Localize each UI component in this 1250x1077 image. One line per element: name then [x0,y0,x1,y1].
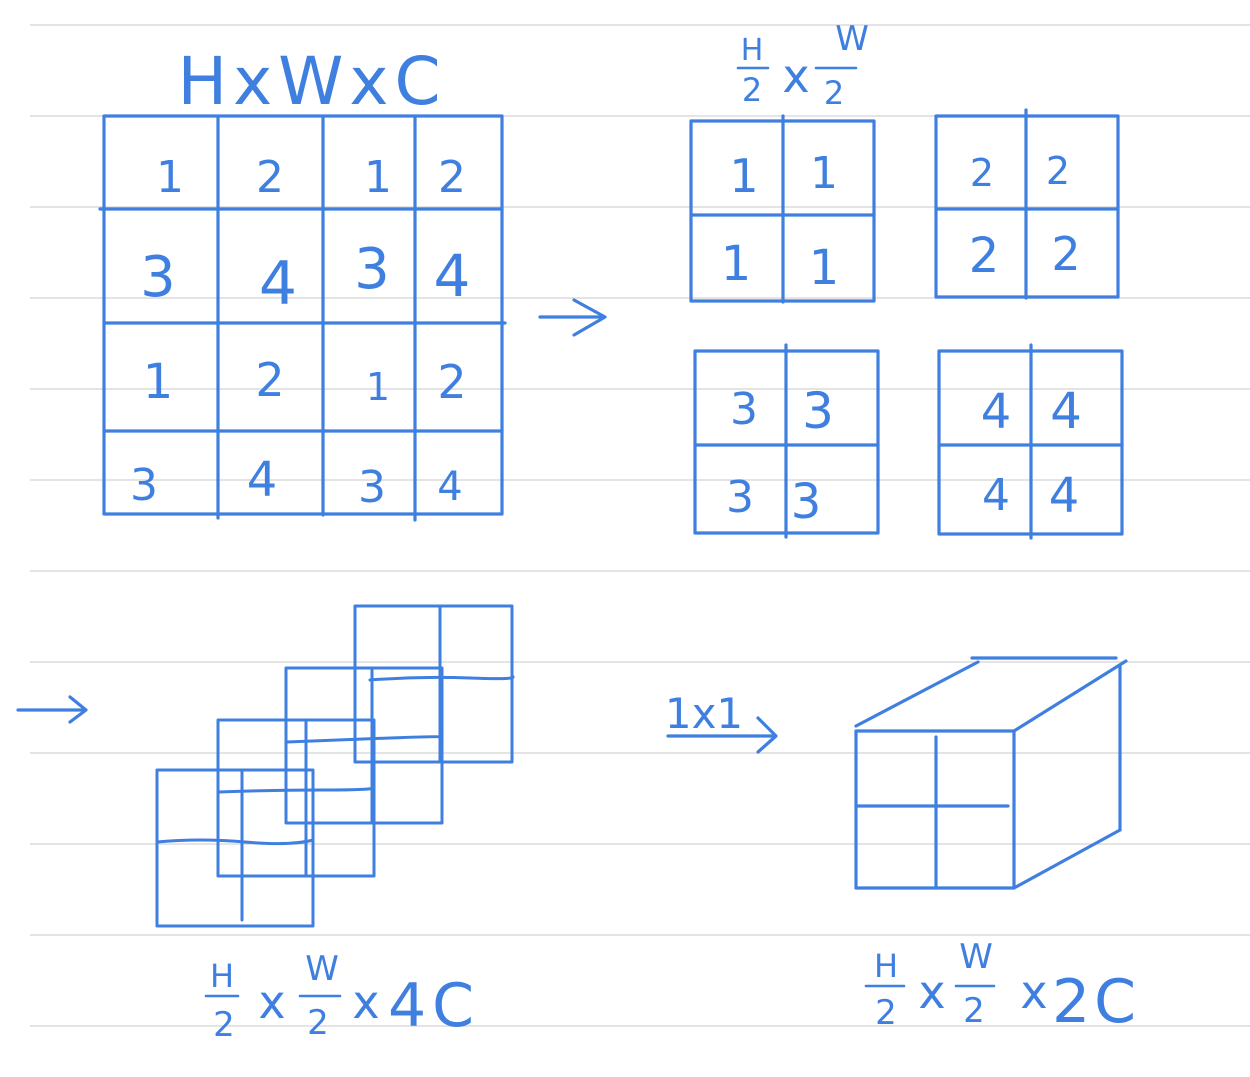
cell-value: 1 [809,240,840,296]
output-label: H 2 x W 2 x 2C [864,937,1140,1037]
diagram-canvas: HxWxC 1 2 1 2 3 4 3 4 1 2 1 2 3 4 3 4 H … [0,0,1250,1073]
cell-value: 2 [1046,149,1070,193]
label-times: x [352,975,379,1029]
cell-value: 4 [982,470,1010,521]
sub-grid-1: 1 1 1 1 [689,114,876,304]
cell-value: 3 [791,474,822,530]
label-den-w: 2 [824,74,844,112]
cell-value: 1 [729,149,758,203]
label-channels: 2C [1052,967,1140,1037]
cell-value: 3 [130,460,158,511]
cell-value: 1 [721,236,752,292]
cell-value: 3 [726,472,754,523]
split-label: H 2 x W 2 [736,19,869,112]
label-num-w: W [305,949,339,989]
cell-value: 1 [364,152,392,203]
label-den-w: 2 [307,1003,329,1043]
label-den-h: 2 [742,71,762,109]
cell-value: 1 [156,152,184,203]
sub-grid-2: 2 2 2 2 [934,108,1120,300]
cell-value: 1 [143,354,174,410]
cell-value: 4 [259,249,297,319]
label-den-h: 2 [213,1005,235,1045]
cell-value: 3 [140,245,176,310]
arrow-right-icon [16,695,88,724]
stacked-label: H 2 x W 2 x 4C [204,949,480,1045]
sub-grid-4: 4 4 4 4 [937,343,1124,540]
cell-value: 3 [730,384,758,435]
conv-label: 1x1 [665,689,743,738]
label-num-w: W [835,19,869,59]
cell-value: 3 [358,462,386,513]
cell-value: 1 [810,148,838,199]
cell-value: 2 [970,151,994,195]
cell-value: 4 [1049,468,1080,524]
input-grid-cells: 1 2 1 2 3 4 3 4 1 2 1 2 3 4 3 4 [130,152,470,513]
split-panel: H 2 x W 2 1 1 1 1 2 2 2 2 3 3 3 3 4 4 4 … [689,19,1124,540]
cell-value: 4 [247,452,278,508]
input-grid: HxWxC 1 2 1 2 3 4 3 4 1 2 1 2 3 4 3 4 [98,43,507,522]
cell-value: 4 [434,242,471,310]
label-num-w: W [959,937,993,977]
output-cuboid [854,656,1128,890]
label-channels: 4C [388,971,480,1041]
cell-value: 4 [981,384,1012,440]
input-grid-label: HxWxC [177,43,446,120]
stacked-grids [155,604,515,928]
cell-value: 1 [366,365,390,409]
label-times: x [782,49,809,103]
label-num-h: H [210,957,234,995]
cell-value: 4 [437,464,462,510]
cell-value: 2 [255,353,284,407]
cell-value: 2 [969,228,1000,284]
arrow-right-icon [538,298,607,337]
conv-arrow: 1x1 [665,689,778,754]
cell-value: 2 [256,152,284,203]
label-den-w: 2 [963,991,985,1031]
label-times: x [1020,965,1047,1019]
cell-value: 3 [354,237,390,302]
cell-value: 2 [437,355,466,409]
label-den-h: 2 [875,993,897,1033]
cell-value: 2 [438,152,466,203]
label-times: x [918,965,945,1019]
sub-grid-3: 3 3 3 3 [693,343,880,539]
label-times: x [258,975,285,1029]
cell-value: 4 [1050,382,1082,440]
label-num-h: H [874,947,898,985]
cell-value: 3 [802,382,834,440]
label-num-h: H [741,33,764,68]
cell-value: 2 [1051,227,1080,281]
diagram-svg: HxWxC 1 2 1 2 3 4 3 4 1 2 1 2 3 4 3 4 H … [16,19,1250,1045]
